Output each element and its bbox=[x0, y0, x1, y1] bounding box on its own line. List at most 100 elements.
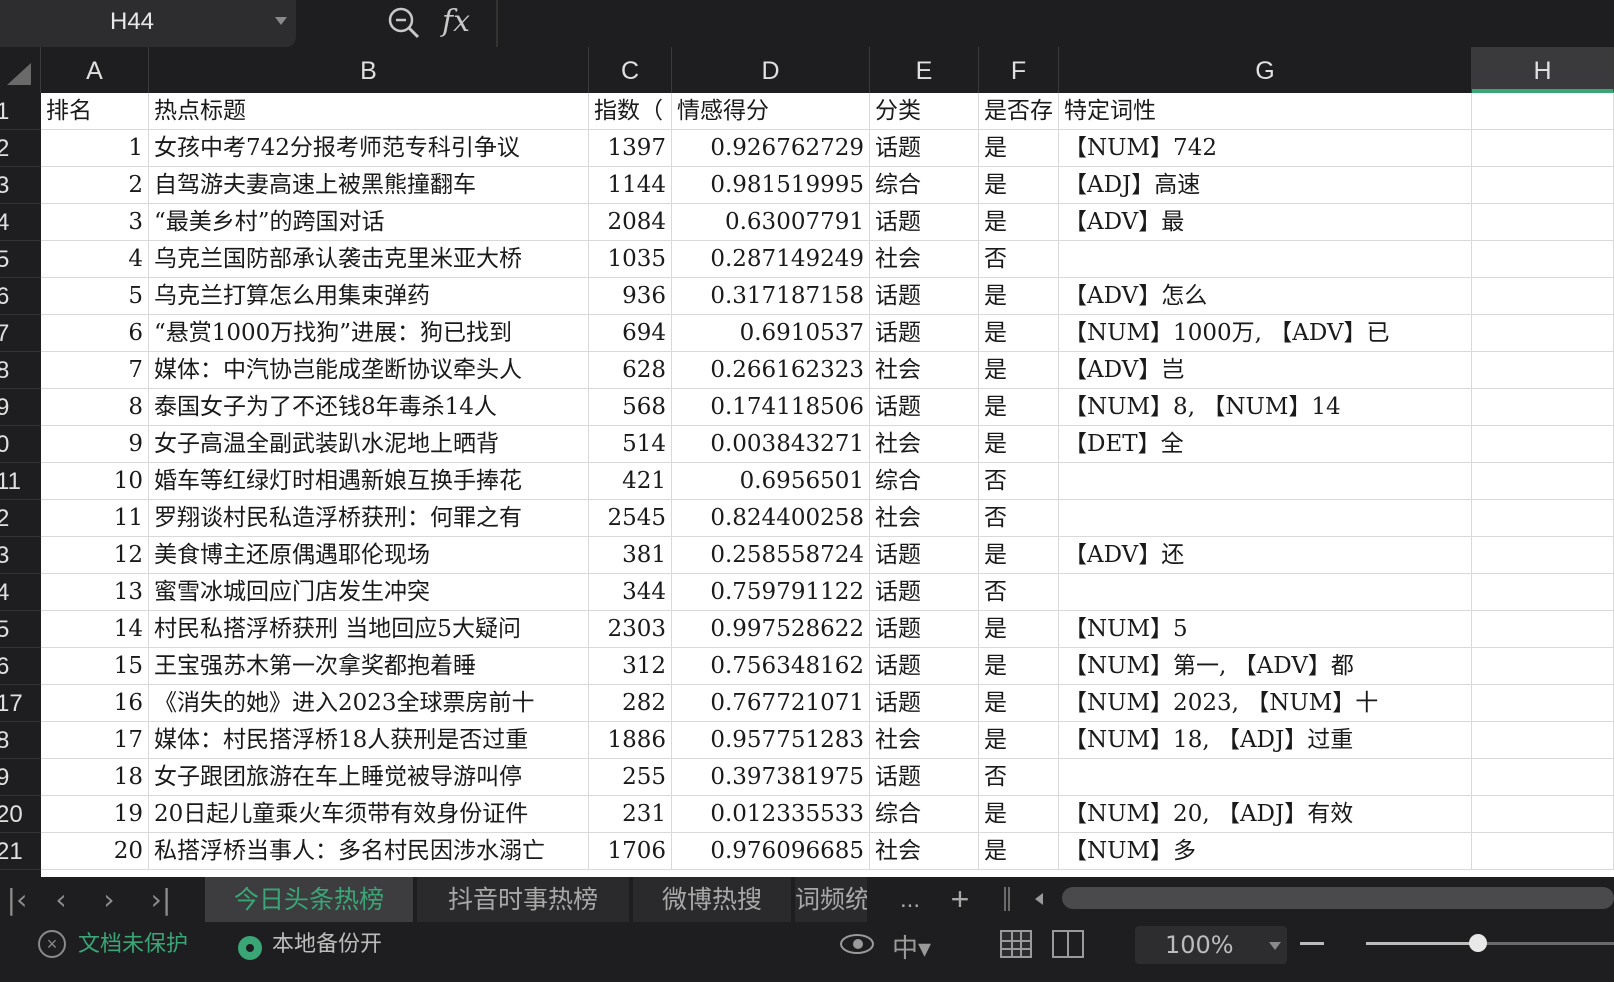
cell-title[interactable]: 乌克兰打算怎么用集束弹药 bbox=[149, 278, 589, 315]
row-header[interactable]: 4 bbox=[0, 574, 41, 611]
header-cell-has[interactable]: 是否存 bbox=[979, 93, 1059, 130]
backup-status[interactable]: 本地备份开 bbox=[272, 930, 382, 960]
cell-index[interactable]: 514 bbox=[589, 426, 672, 463]
cell-rank[interactable]: 4 bbox=[41, 241, 149, 278]
zoom-search-icon[interactable] bbox=[386, 5, 422, 41]
cell-has[interactable]: 否 bbox=[979, 241, 1059, 278]
cell-category[interactable]: 话题 bbox=[870, 537, 979, 574]
cell-index[interactable]: 312 bbox=[589, 648, 672, 685]
tab-sheet-1[interactable]: 今日头条热榜 bbox=[205, 877, 413, 922]
cell-index[interactable]: 2303 bbox=[589, 611, 672, 648]
header-cell-category[interactable]: 分类 bbox=[870, 93, 979, 130]
name-box[interactable]: H44 bbox=[0, 0, 296, 47]
cell-has[interactable]: 否 bbox=[979, 463, 1059, 500]
cell-title[interactable]: 女子高温全副武装趴水泥地上晒背 bbox=[149, 426, 589, 463]
cell-title[interactable]: 婚车等红绿灯时相遇新娘互换手捧花 bbox=[149, 463, 589, 500]
cell-rank[interactable]: 10 bbox=[41, 463, 149, 500]
row-header[interactable]: 4 bbox=[0, 204, 41, 241]
cell-index[interactable]: 1397 bbox=[589, 130, 672, 167]
header-cell-index[interactable]: 指数（ bbox=[589, 93, 672, 130]
cell-h[interactable] bbox=[1472, 241, 1614, 278]
cell-sentiment[interactable]: 0.63007791 bbox=[672, 204, 870, 241]
column-header-h[interactable]: H bbox=[1472, 47, 1614, 93]
cell-title[interactable]: “最美乡村”的跨国对话 bbox=[149, 204, 589, 241]
last-sheet-icon[interactable]: ›| bbox=[144, 883, 178, 917]
cell-rank[interactable]: 2 bbox=[41, 167, 149, 204]
select-all-corner[interactable] bbox=[0, 47, 41, 93]
cell-pos[interactable]: 【ADJ】高速 bbox=[1059, 167, 1472, 204]
cell-category[interactable]: 话题 bbox=[870, 389, 979, 426]
row-header[interactable]: 17 bbox=[0, 685, 41, 722]
cell-sentiment[interactable]: 0.397381975 bbox=[672, 759, 870, 796]
cell-title[interactable]: 《消失的她》进入2023全球票房前十 bbox=[149, 685, 589, 722]
cell-index[interactable]: 2545 bbox=[589, 500, 672, 537]
cell-category[interactable]: 综合 bbox=[870, 796, 979, 833]
cell-pos[interactable]: 【NUM】18, 【ADJ】过重 bbox=[1059, 722, 1472, 759]
cell-title[interactable]: 20日起儿童乘火车须带有效身份证件 bbox=[149, 796, 589, 833]
cell-title[interactable]: “悬赏1000万找狗”进展：狗已找到 bbox=[149, 315, 589, 352]
function-icon[interactable]: fx bbox=[442, 4, 470, 39]
cell-pos[interactable]: 【NUM】1000万, 【ADV】已 bbox=[1059, 315, 1472, 352]
cell-sentiment[interactable]: 0.003843271 bbox=[672, 426, 870, 463]
cell-h[interactable] bbox=[1472, 426, 1614, 463]
cell-category[interactable]: 综合 bbox=[870, 463, 979, 500]
cell-has[interactable]: 是 bbox=[979, 352, 1059, 389]
cell-index[interactable]: 628 bbox=[589, 352, 672, 389]
cell-has[interactable]: 是 bbox=[979, 537, 1059, 574]
tab-sheet-3[interactable]: 微博热搜 bbox=[633, 877, 791, 922]
cell-h[interactable] bbox=[1472, 796, 1614, 833]
tab-sheet-4[interactable]: 词频统计 bbox=[795, 877, 867, 922]
row-header[interactable]: 6 bbox=[0, 278, 41, 315]
cell-rank[interactable]: 20 bbox=[41, 833, 149, 870]
page-view-icon[interactable] bbox=[1052, 930, 1084, 958]
cell-sentiment[interactable]: 0.981519995 bbox=[672, 167, 870, 204]
cell-index[interactable]: 936 bbox=[589, 278, 672, 315]
cell-rank[interactable]: 16 bbox=[41, 685, 149, 722]
cell-sentiment[interactable]: 0.976096685 bbox=[672, 833, 870, 870]
cell-index[interactable]: 282 bbox=[589, 685, 672, 722]
row-header[interactable]: 8 bbox=[0, 722, 41, 759]
cell-title[interactable]: 美食博主还原偶遇耶伦现场 bbox=[149, 537, 589, 574]
cell-h[interactable] bbox=[1472, 722, 1614, 759]
cell-index[interactable]: 1035 bbox=[589, 241, 672, 278]
cell-pos[interactable]: 【DET】全 bbox=[1059, 426, 1472, 463]
cell-title[interactable]: 媒体：中汽协岂能成垄断协议牵头人 bbox=[149, 352, 589, 389]
cell-has[interactable]: 是 bbox=[979, 167, 1059, 204]
cell-category[interactable]: 综合 bbox=[870, 167, 979, 204]
cell-h[interactable] bbox=[1472, 352, 1614, 389]
row-header[interactable]: 1 bbox=[0, 93, 41, 130]
cell-sentiment[interactable]: 0.258558724 bbox=[672, 537, 870, 574]
cell-h[interactable] bbox=[1472, 315, 1614, 352]
cell-category[interactable]: 话题 bbox=[870, 759, 979, 796]
cell-sentiment[interactable]: 0.756348162 bbox=[672, 648, 870, 685]
row-header[interactable]: 2 bbox=[0, 500, 41, 537]
cell-has[interactable]: 是 bbox=[979, 426, 1059, 463]
column-header-b[interactable]: B bbox=[149, 47, 589, 93]
column-header-a[interactable]: A bbox=[41, 47, 149, 93]
cell-index[interactable]: 2084 bbox=[589, 204, 672, 241]
cell-sentiment[interactable]: 0.767721071 bbox=[672, 685, 870, 722]
scroll-left-icon[interactable] bbox=[1035, 893, 1043, 905]
cell-sentiment[interactable]: 0.824400258 bbox=[672, 500, 870, 537]
cell-title[interactable]: 泰国女子为了不还钱8年毒杀14人 bbox=[149, 389, 589, 426]
header-cell-rank[interactable]: 排名 bbox=[41, 93, 149, 130]
cell-rank[interactable]: 6 bbox=[41, 315, 149, 352]
cell-category[interactable]: 社会 bbox=[870, 500, 979, 537]
chevron-down-icon[interactable] bbox=[275, 17, 287, 25]
cell-category[interactable]: 话题 bbox=[870, 611, 979, 648]
cell-pos[interactable]: 【NUM】第一, 【ADV】都 bbox=[1059, 648, 1472, 685]
cell-rank[interactable]: 18 bbox=[41, 759, 149, 796]
row-header[interactable]: 5 bbox=[0, 611, 41, 648]
cell-category[interactable]: 话题 bbox=[870, 204, 979, 241]
cell-pos[interactable] bbox=[1059, 241, 1472, 278]
column-header-c[interactable]: C bbox=[589, 47, 672, 93]
column-header-g[interactable]: G bbox=[1059, 47, 1472, 93]
cell-sentiment[interactable]: 0.926762729 bbox=[672, 130, 870, 167]
next-sheet-icon[interactable]: › bbox=[92, 883, 126, 917]
cell-h[interactable] bbox=[1472, 648, 1614, 685]
cell-h[interactable] bbox=[1472, 389, 1614, 426]
cell-rank[interactable]: 11 bbox=[41, 500, 149, 537]
cell-index[interactable]: 1144 bbox=[589, 167, 672, 204]
zoom-level-select[interactable]: 100% bbox=[1135, 926, 1287, 964]
cell-index[interactable]: 344 bbox=[589, 574, 672, 611]
